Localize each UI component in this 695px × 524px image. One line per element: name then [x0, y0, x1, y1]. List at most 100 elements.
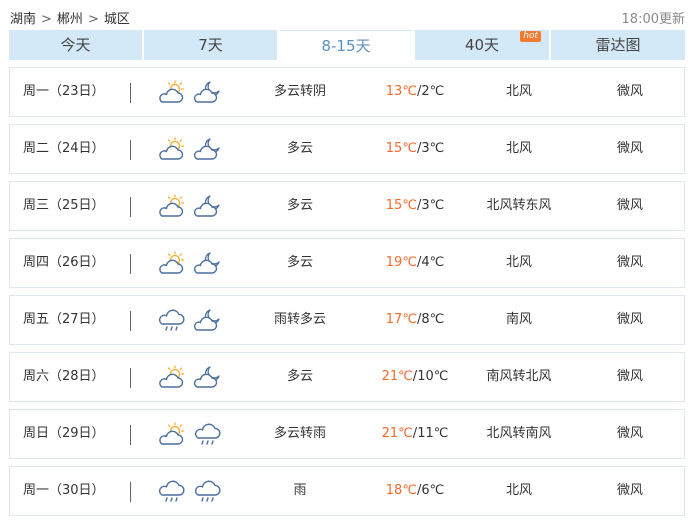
weather-desc: 雨	[293, 483, 307, 498]
partly-cloudy-night-icon	[192, 137, 222, 163]
breadcrumb-province[interactable]: 湖南	[10, 12, 36, 27]
low-temp: 11℃	[417, 426, 449, 441]
high-temp: 15℃	[385, 198, 417, 213]
divider	[130, 368, 131, 388]
weather-desc: 多云转阴	[273, 84, 326, 99]
update-time: 18:00更新	[621, 12, 685, 27]
day-label: 周三（25日）	[23, 198, 105, 213]
wind-direction: 南风	[505, 312, 532, 327]
low-temp: 8℃	[421, 312, 445, 327]
tab-8-15days[interactable]: 8-15天	[279, 30, 413, 60]
high-temp: 18℃	[385, 483, 417, 498]
tab-label: 雷达图	[595, 36, 641, 54]
wind-direction: 南风转北风	[486, 369, 552, 384]
forecast-row: 周五（27日） 雨转多云 17℃/8℃ 南风 微风	[9, 295, 685, 345]
day-label: 周五（27日）	[23, 312, 105, 327]
divider	[130, 311, 131, 331]
day-label: 周一（23日）	[23, 84, 105, 99]
divider	[130, 83, 131, 103]
temperature: 17℃/8℃	[360, 296, 470, 344]
wind-level: 微风	[616, 312, 643, 327]
partly-cloudy-night-icon	[192, 194, 222, 220]
partly-cloudy-day-icon	[156, 80, 186, 106]
temperature: 13℃/2℃	[360, 68, 470, 116]
partly-cloudy-day-icon	[156, 422, 186, 448]
forecast-tabs: 今天 7天 8-15天 40天 hot 雷达图	[9, 30, 685, 60]
wind-direction: 北风转南风	[486, 426, 552, 441]
wind-level: 微风	[616, 141, 643, 156]
wind-level: 微风	[616, 198, 643, 213]
wind-level: 微风	[616, 369, 643, 384]
forecast-row: 周一（23日） 多云转阴 13℃/2℃ 北风 微风	[9, 67, 685, 117]
breadcrumb-district: 城区	[103, 12, 130, 27]
temperature: 21℃/11℃	[360, 410, 470, 458]
partly-cloudy-day-icon	[156, 137, 186, 163]
low-temp: 4℃	[421, 255, 445, 270]
partly-cloudy-night-icon	[192, 308, 222, 334]
high-temp: 13℃	[385, 84, 417, 99]
weather-desc: 雨转多云	[273, 312, 326, 327]
breadcrumb-separator: >	[87, 12, 99, 27]
forecast-row: 周日（29日） 多云转雨 21℃/11℃ 北风转南风 微风	[9, 409, 685, 459]
high-temp: 15℃	[385, 141, 417, 156]
day-label: 周一（30日）	[23, 483, 105, 498]
day-label: 周六（28日）	[23, 369, 105, 384]
header-bar: 湖南 > 郴州 > 城区 18:00更新	[0, 0, 695, 30]
wind-level: 微风	[616, 84, 643, 99]
tab-today[interactable]: 今天	[9, 30, 142, 60]
partly-cloudy-night-icon	[192, 80, 222, 106]
temperature: 15℃/3℃	[360, 125, 470, 173]
rain-icon	[192, 479, 222, 505]
high-temp: 17℃	[385, 312, 417, 327]
partly-cloudy-day-icon	[156, 365, 186, 391]
weather-desc: 多云	[286, 198, 313, 213]
divider	[130, 197, 131, 217]
day-label: 周二（24日）	[23, 141, 105, 156]
divider	[130, 482, 131, 502]
hot-badge: hot	[520, 31, 541, 42]
rain-icon	[156, 479, 186, 505]
weather-desc: 多云	[286, 255, 313, 270]
temperature: 15℃/3℃	[360, 182, 470, 230]
forecast-row: 周二（24日） 多云 15℃/3℃ 北风 微风	[9, 124, 685, 174]
wind-direction: 北风转东风	[486, 198, 552, 213]
tab-radar[interactable]: 雷达图	[551, 30, 685, 60]
weather-desc: 多云	[286, 141, 313, 156]
wind-direction: 北风	[505, 483, 532, 498]
weather-desc: 多云转雨	[273, 426, 326, 441]
breadcrumb-city[interactable]: 郴州	[57, 12, 83, 27]
forecast-row: 周三（25日） 多云 15℃/3℃ 北风转东风 微风	[9, 181, 685, 231]
wind-direction: 北风	[505, 84, 532, 99]
temperature: 21℃/10℃	[360, 353, 470, 401]
high-temp: 19℃	[385, 255, 417, 270]
low-temp: 3℃	[421, 141, 445, 156]
tab-label: 8-15天	[321, 37, 371, 55]
wind-level: 微风	[616, 426, 643, 441]
partly-cloudy-night-icon	[192, 251, 222, 277]
partly-cloudy-day-icon	[156, 251, 186, 277]
wind-level: 微风	[616, 255, 643, 270]
high-temp: 21℃	[381, 369, 413, 384]
rain-icon	[192, 422, 222, 448]
forecast-list: 周一（23日） 多云转阴 13℃/2℃ 北风 微风 周二（24日） 多云 15℃/3℃ 北风 微风…	[9, 67, 685, 523]
low-temp: 10℃	[417, 369, 449, 384]
wind-direction: 北风	[505, 141, 532, 156]
wind-level: 微风	[616, 483, 643, 498]
forecast-row: 周六（28日） 多云 21℃/10℃ 南风转北风 微风	[9, 352, 685, 402]
day-label: 周日（29日）	[23, 426, 105, 441]
breadcrumb-separator: >	[41, 12, 52, 27]
forecast-row: 周一（30日） 雨 18℃/6℃ 北风 微风	[9, 466, 685, 516]
tab-7days[interactable]: 7天	[144, 30, 277, 60]
high-temp: 21℃	[381, 426, 413, 441]
tab-label: 7天	[198, 36, 223, 54]
low-temp: 3℃	[421, 198, 445, 213]
tab-40days[interactable]: 40天 hot	[415, 30, 549, 60]
breadcrumb: 湖南 > 郴州 > 城区	[10, 8, 130, 27]
divider	[130, 254, 131, 274]
tab-label: 40天	[464, 36, 500, 54]
rain-icon	[156, 308, 186, 334]
low-temp: 6℃	[421, 483, 445, 498]
divider	[130, 425, 131, 445]
forecast-row: 周四（26日） 多云 19℃/4℃ 北风 微风	[9, 238, 685, 288]
wind-direction: 北风	[505, 255, 532, 270]
